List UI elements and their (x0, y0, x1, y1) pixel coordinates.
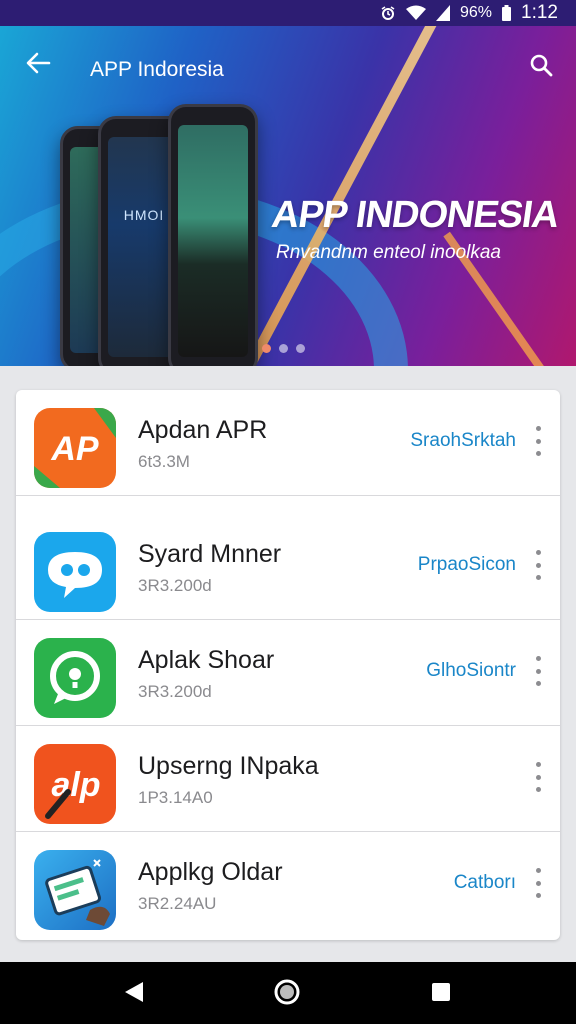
list-item[interactable]: alp Upserng INpaka 1P3.14A0 (16, 726, 560, 832)
app-name: Apdan APR (138, 416, 268, 444)
carousel-dot[interactable] (262, 344, 271, 353)
app-name: Upserng INpaka (138, 752, 319, 780)
app-action-link[interactable]: GlhoSiontr (426, 660, 516, 682)
more-options-icon[interactable] (530, 550, 546, 580)
page-title: APP Indoresia (90, 58, 224, 81)
more-options-icon[interactable] (530, 868, 546, 898)
list-item[interactable]: Applkg Oldar 3R2.24AU Catborı (16, 832, 560, 938)
triangle-back-icon (123, 980, 145, 1009)
alarm-icon (380, 5, 396, 21)
more-options-icon[interactable] (530, 762, 546, 792)
more-options-icon[interactable] (530, 426, 546, 456)
alp-logo-icon: alp (34, 744, 116, 824)
battery-percent: 96% (459, 4, 493, 21)
app-name: Aplak Shoar (138, 646, 275, 674)
nav-home-button[interactable] (271, 978, 303, 1010)
app-action-link[interactable]: Catborı (454, 872, 516, 894)
app-size: 3R3.200d (138, 576, 212, 595)
back-arrow-icon (25, 52, 51, 79)
app-action-link[interactable]: SraohSrktah (410, 430, 516, 452)
app-name: Syard Mnner (138, 540, 282, 568)
svg-text:alp: alp (51, 766, 100, 804)
banner-headline: APP INDONESIA (269, 194, 562, 236)
banner-tagline: Rnvandnm enteol inoolkaa (276, 242, 501, 263)
phones-illustration: HMOI (60, 104, 260, 366)
app-list: AP Apdan APR 6t3.3M SraohSrktah Syard Mn… (16, 390, 560, 940)
carousel-dot[interactable] (279, 344, 288, 353)
whatsapp-icon (34, 638, 116, 718)
app-action-link[interactable]: PrpaoSicon (418, 554, 516, 576)
app-name: Applkg Oldar (138, 858, 283, 886)
clock: 1:12 (521, 2, 558, 23)
app-size: 6t3.3M (138, 452, 190, 471)
battery-icon (502, 5, 512, 21)
nav-recents-button[interactable] (425, 978, 457, 1010)
list-item[interactable]: AP Apdan APR 6t3.3M SraohSrktah (16, 390, 560, 496)
ap-logo-icon: AP (34, 408, 116, 488)
square-recents-icon (430, 981, 452, 1008)
search-button[interactable] (524, 50, 558, 84)
carousel-dot[interactable] (296, 344, 305, 353)
carousel-dots (262, 344, 305, 353)
tablet-hand-icon (34, 850, 116, 930)
chat-bubble-icon (34, 532, 116, 612)
system-nav-bar (0, 962, 576, 1024)
list-item[interactable]: Syard Mnner 3R3.200d PrpaoSicon (16, 514, 560, 620)
svg-text:AP: AP (50, 430, 99, 468)
app-size: 3R2.24AU (138, 894, 217, 913)
signal-icon (435, 5, 450, 21)
search-icon (529, 53, 553, 82)
wifi-icon (405, 5, 426, 21)
nav-back-button[interactable] (118, 978, 150, 1010)
circle-home-icon (273, 978, 301, 1011)
app-size: 3R3.200d (138, 682, 212, 701)
phone-front (168, 104, 258, 366)
back-button[interactable] (20, 50, 56, 80)
promo-banner[interactable]: HMOI APP INDONESIA Rnvandnm enteol inool… (0, 26, 576, 366)
list-item[interactable]: Aplak Shoar 3R3.200d GlhoSiontr (16, 620, 560, 726)
more-options-icon[interactable] (530, 656, 546, 686)
app-size: 1P3.14A0 (138, 788, 213, 807)
status-bar: 96% 1:12 (0, 0, 576, 26)
